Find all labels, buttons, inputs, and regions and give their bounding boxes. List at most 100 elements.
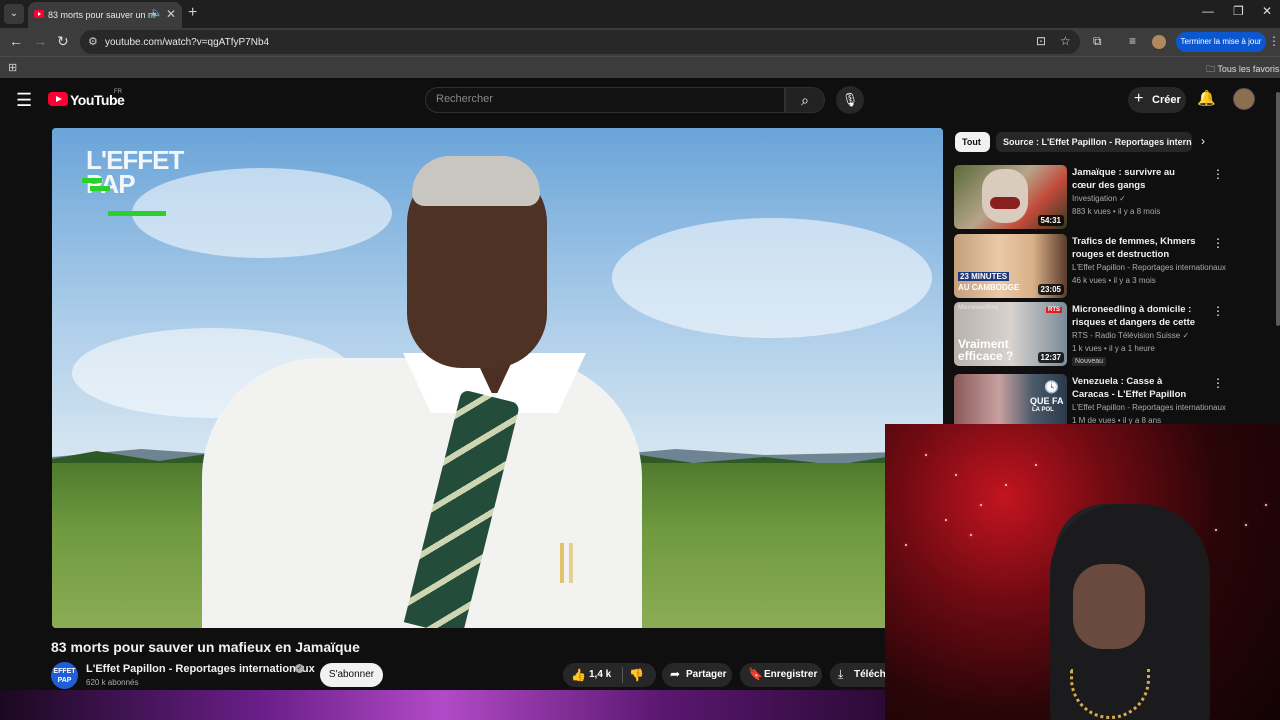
youtube-masthead: ☰ YouTube FR ⌕ 🎙 + Créer 🔔 [0,78,1280,122]
create-label: Créer [1152,94,1181,106]
recommendation-title[interactable]: Microneedling à domicile : risques et da… [1072,303,1200,329]
chip-source-channel[interactable]: Source : L'Effet Papillon - Reportages i… [996,132,1192,152]
search-icon: ⌕ [801,92,809,108]
share-button[interactable]: ➦ Partager [662,663,732,687]
new-tab-button[interactable]: + [188,4,197,22]
notifications-bell-icon[interactable]: 🔔 [1197,89,1216,107]
maximize-icon[interactable]: ❐ [1233,4,1244,18]
all-bookmarks-link[interactable]: 🗀 Tous les favoris [1206,62,1279,78]
media-controls-icon[interactable]: ≡ [1129,34,1136,48]
channel-name[interactable]: L'Effet Papillon - Reportages internatio… [86,663,315,675]
apps-grid-icon[interactable]: ⊞ [8,61,17,74]
recommendation-item[interactable]: Microneedling Vraiment efficace ? RTS 12… [954,302,1274,368]
fairy-light [945,519,947,521]
forward-arrow-icon[interactable]: → [33,33,47,49]
thumb-text-top: 23 MINUTES [958,272,1010,281]
like-count[interactable]: 1,4 k [589,669,611,680]
like-button[interactable]: 👍 [571,668,586,682]
address-url: youtube.com/watch?v=qgATfyP7Nb4 [105,37,270,48]
all-bookmarks-label: Tous les favoris [1217,64,1280,74]
like-divider [622,667,623,683]
browser-menu-icon[interactable]: ⋮ [1268,34,1280,48]
thumb-text-main: Vraiment efficace ? [958,337,1014,363]
extensions-icon[interactable]: ⧉ [1093,34,1102,49]
fairy-light [1215,529,1217,531]
video-player[interactable]: L'EFFET PAP [52,128,943,628]
recommendation-item[interactable]: 23 MINUTES AU CAMBODGE 23:05 Trafics de … [954,234,1274,300]
thumb-clown-mouth [990,197,1020,209]
recommendation-thumbnail[interactable]: 23 MINUTES AU CAMBODGE 23:05 [954,234,1067,298]
subscribe-button[interactable]: S'abonner [320,663,383,687]
speaker-icon[interactable]: 🔈 [150,8,162,19]
thumb-text-small: Microneedling [958,305,999,311]
youtube-logo-icon[interactable] [48,92,68,106]
recommendation-title[interactable]: Venezuela : Casse à Caracas - L'Effet Pa… [1072,375,1200,401]
recommendation-views: 46 k vues [1072,276,1107,285]
voice-search-button[interactable]: 🎙 [836,86,864,114]
minimize-icon[interactable]: — [1202,4,1214,18]
reload-icon[interactable]: ↻ [57,33,69,50]
browser-tab-strip: ⌄ 83 morts pour sauver un m 🔈 ✕ + — ❐ ✕ [0,0,1280,28]
video-title: 83 morts pour sauver un mafieux en Jamaï… [51,639,360,655]
recommendation-channel[interactable]: Investigation ✓ [1072,194,1226,203]
create-button[interactable]: + Créer [1128,87,1186,113]
fairy-light [980,504,982,506]
fairy-light [1265,504,1267,506]
back-arrow-icon[interactable]: ← [9,33,23,49]
bookmarks-bar: ⊞ 🗀 Tous les favoris [0,56,1280,78]
page-scrollbar[interactable] [1276,92,1280,326]
like-dislike-group: 👍 1,4 k 👎 [563,663,656,687]
plus-icon: + [1134,90,1144,107]
download-button[interactable]: ⤓ Téléchar [830,663,885,687]
browser-profile-avatar[interactable] [1152,35,1166,49]
rts-tag: RTS [1046,307,1062,313]
save-button[interactable]: 🔖 Enregistrer [740,663,822,687]
user-avatar[interactable] [1233,88,1255,110]
recommendation-meta: 883 k vues • il y a 8 mois [1072,207,1161,216]
close-tab-icon[interactable]: ✕ [166,7,176,21]
recommendation-meta: 46 k vues • il y a 3 mois [1072,276,1156,285]
recommendation-thumbnail[interactable]: Microneedling Vraiment efficace ? RTS 12… [954,302,1067,366]
hamburger-menu-icon[interactable]: ☰ [16,90,32,111]
recommendation-title[interactable]: Trafics de femmes, Khmers rouges et dest… [1072,235,1200,261]
more-actions-icon[interactable]: ⋮ [1212,236,1224,250]
search-button[interactable]: ⌕ [785,87,825,113]
more-actions-icon[interactable]: ⋮ [1212,304,1224,318]
dislike-button[interactable]: 👎 [629,668,644,682]
recommendation-channel[interactable]: L'Effet Papillon - Reportages internatio… [1072,263,1226,272]
window-close-icon[interactable]: ✕ [1262,4,1272,18]
recommendation-thumbnail[interactable]: 54:31 [954,165,1067,229]
bookmark-star-icon[interactable]: ☆ [1060,34,1071,48]
chevron-right-icon[interactable]: › [1201,134,1205,148]
verified-check-icon: ✓ [295,664,304,673]
microphone-icon: 🎙 [841,92,859,107]
youtube-favicon-icon [34,10,44,18]
video-frame-cloud [612,218,932,338]
recommendation-item[interactable]: 54:31 Jamaïque : survivre au cœur des ga… [954,165,1274,231]
recommendation-channel[interactable]: L'Effet Papillon - Reportages internatio… [1072,403,1226,412]
thumbs-down-icon: 👎 [629,668,644,682]
address-bar[interactable]: ⚙ youtube.com/watch?v=qgATfyP7Nb4 ⊡ ☆ [80,30,1080,54]
tab-search-button[interactable]: ⌄ [4,4,24,24]
recommendation-channel[interactable]: RTS - Radio Télévision Suisse ✓ [1072,331,1226,340]
browser-tab-active[interactable]: 83 morts pour sauver un m 🔈 ✕ [28,2,182,28]
channel-avatar[interactable]: EFFET PAP [51,662,78,689]
install-app-icon[interactable]: ⊡ [1036,34,1046,48]
recommendation-meta: 1 k vues • il y a 1 heure [1072,344,1155,353]
update-browser-button[interactable]: Terminer la mise à jour [1176,32,1266,52]
channel-watermark-logo: L'EFFET PAP [82,147,186,218]
watch-later-clock-icon[interactable]: 🕓 [1044,380,1059,394]
video-frame-person-hair [412,156,540,206]
chip-all[interactable]: Tout [955,132,990,152]
download-icon: ⤓ [838,667,844,681]
fairy-light [905,544,907,546]
search-input[interactable] [436,93,766,105]
verified-check-icon: ✓ [1119,194,1126,203]
recommendation-title[interactable]: Jamaïque : survivre au cœur des gangs [1072,166,1200,192]
more-actions-icon[interactable]: ⋮ [1212,167,1224,181]
recommendation-age: il y a 3 mois [1113,276,1156,285]
fairy-light [1005,484,1007,486]
subscriber-count: 620 k abonnés [86,678,139,687]
more-actions-icon[interactable]: ⋮ [1212,376,1224,390]
site-info-icon[interactable]: ⚙ [88,35,98,48]
